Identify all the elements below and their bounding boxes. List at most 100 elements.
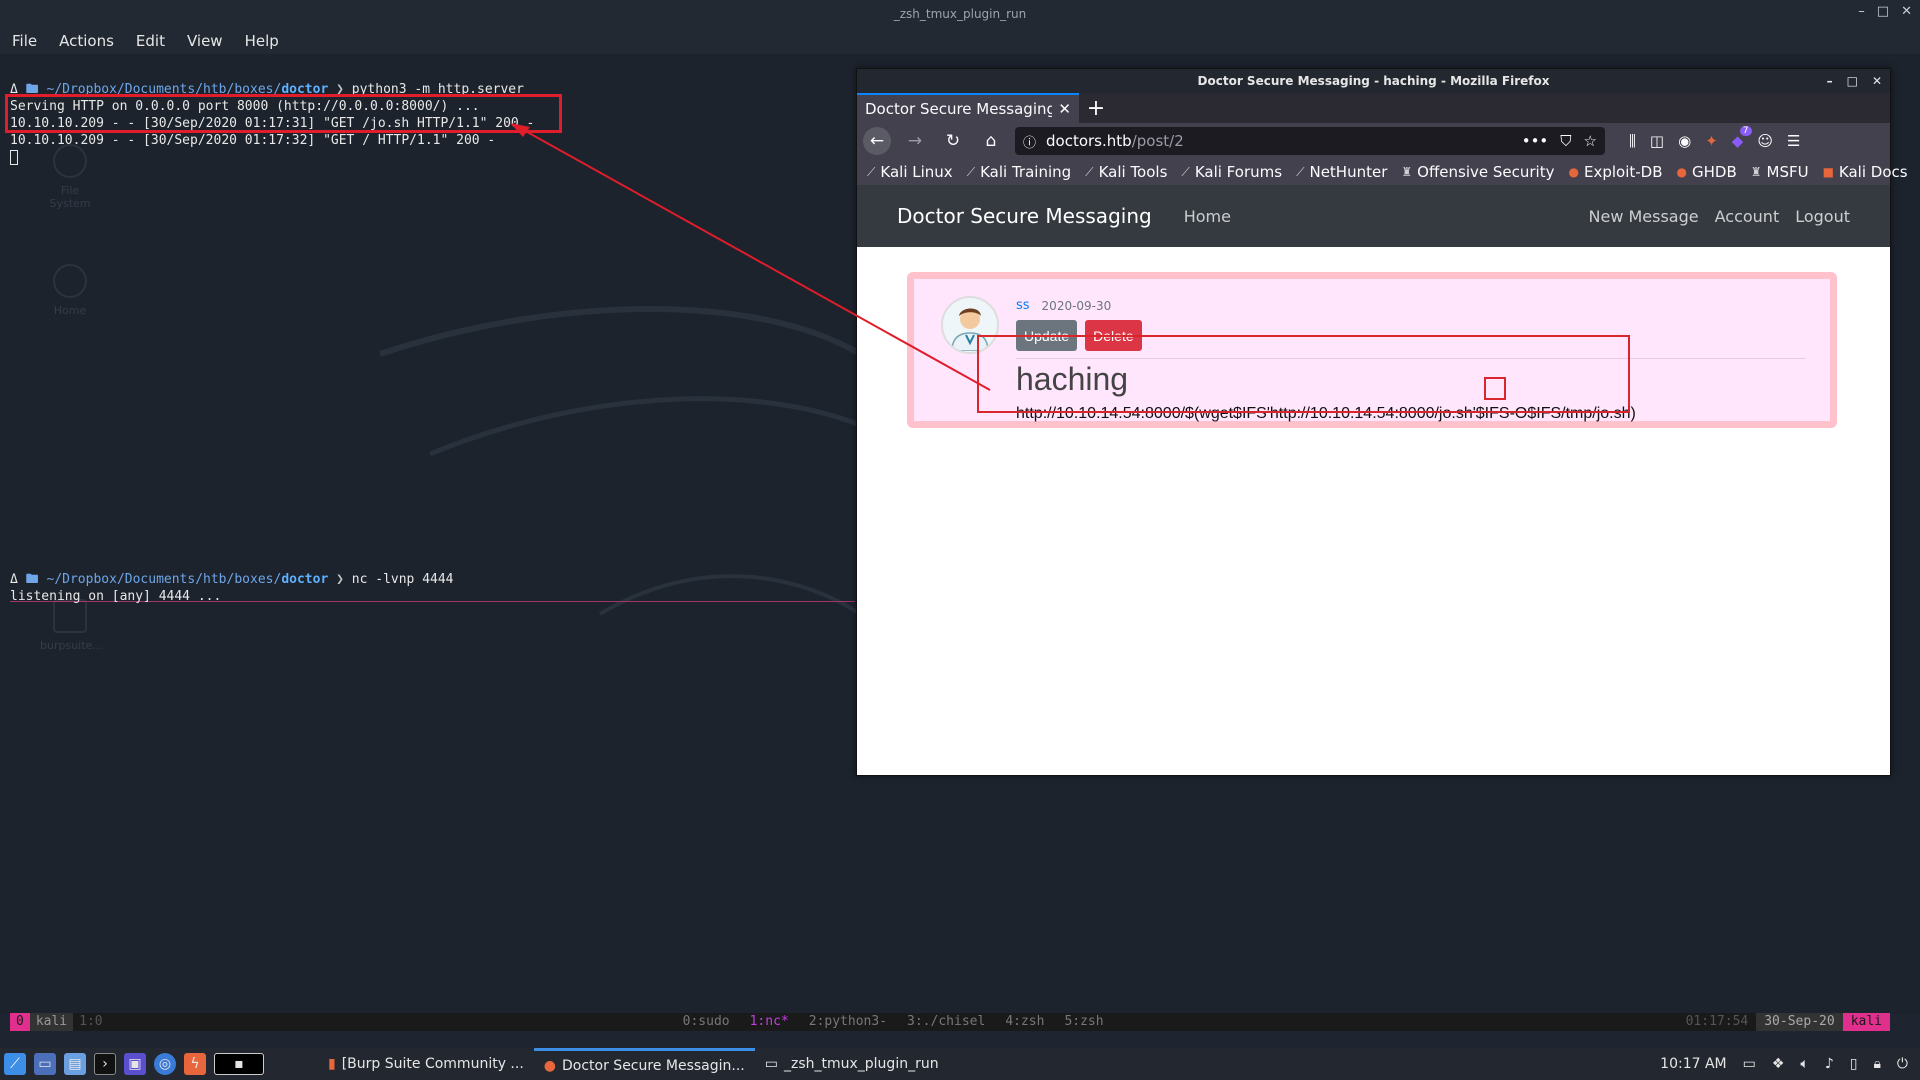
kali-icon: ⟋	[1085, 164, 1094, 179]
screen-icon[interactable]: ▣	[124, 1053, 146, 1075]
info-icon[interactable]: ⓘ	[1023, 132, 1036, 151]
reload-button[interactable]: ↻	[939, 127, 967, 155]
taskbar-clock[interactable]: 10:17 AM	[1660, 1056, 1726, 1072]
annotation-box-post	[977, 335, 1630, 413]
firefox-app-icon: ●	[543, 1057, 556, 1074]
tmux-time: 01:17:54	[1685, 1014, 1749, 1029]
bookmark-ghdb[interactable]: ● GHDB	[1677, 163, 1737, 181]
nav-home-link[interactable]: Home	[1184, 207, 1231, 226]
command-text: nc -lvnp 4444	[351, 572, 454, 587]
maximize-icon[interactable]: □	[1847, 74, 1858, 88]
close-icon[interactable]: ✕	[1872, 74, 1882, 88]
home-button[interactable]: ⌂	[977, 127, 1005, 155]
sidebar-icon[interactable]: ◫	[1650, 132, 1664, 150]
firefox-window-title: Doctor Secure Messaging - haching - Mozi…	[1197, 74, 1550, 88]
extension-icon[interactable]: ◆ 7	[1732, 126, 1752, 150]
url-bar[interactable]: ⓘ doctors.htb/post/2 ••• ⛉ ☆	[1015, 127, 1605, 155]
post-author-link[interactable]: ss	[1016, 298, 1030, 313]
kali-icon: ⟋	[966, 164, 976, 179]
minimize-icon[interactable]: –	[1858, 4, 1865, 19]
url-path: /post/2	[1131, 132, 1184, 150]
post-meta: ss 2020-09-30	[1016, 298, 1111, 313]
bookmark-nethunter[interactable]: ⟋ NetHunter	[1296, 163, 1387, 181]
power-icon[interactable]: ⏻	[1897, 1056, 1908, 1072]
bookmark-kali-tools[interactable]: ⟋ Kali Tools	[1085, 163, 1167, 181]
lock-icon[interactable]: 🔒︎	[1873, 1056, 1880, 1072]
bookmark-kali-training[interactable]: ⟋ Kali Training	[967, 163, 1071, 181]
bookmark-msfu[interactable]: ♜ MSFU	[1751, 163, 1809, 181]
page-actions-icon[interactable]: •••	[1522, 132, 1549, 150]
annotation-box-http-log	[5, 94, 562, 133]
terminal-icon[interactable]: ›	[94, 1053, 116, 1075]
tmux-pane-netcat[interactable]: Δ 🖿 ~/Dropbox/Documents/htb/boxes/doctor…	[10, 554, 454, 622]
terminal-menubar: File Actions Edit View Help	[0, 28, 1920, 54]
notification-icon[interactable]: ♪	[1825, 1056, 1834, 1072]
pocket-icon[interactable]: ⛉	[1560, 132, 1571, 150]
close-icon[interactable]: ✕	[1901, 4, 1912, 19]
volume-icon[interactable]: 🔈︎	[1800, 1056, 1808, 1072]
foxyproxy-icon[interactable]: ✦	[1705, 132, 1718, 150]
tab-doctor-secure-messaging[interactable]: Doctor Secure Messaging - h ✕	[857, 93, 1079, 123]
terminal-app-icon: ▭	[764, 1056, 778, 1072]
bookmark-kali-forums[interactable]: ⟋ Kali Forums	[1181, 163, 1282, 181]
bookmark-offensive-security[interactable]: ♜ Offensive Security	[1401, 163, 1554, 181]
tab-strip: Doctor Secure Messaging - h ✕ +	[857, 93, 1890, 123]
desktop-icon-home[interactable]: Home	[40, 264, 100, 317]
menu-view[interactable]: View	[187, 32, 223, 50]
nav-logout-link[interactable]: Logout	[1795, 207, 1850, 226]
bookmark-star-icon[interactable]: ☆	[1584, 132, 1597, 150]
kali-menu-icon[interactable]: ⟋	[4, 1053, 26, 1075]
forward-button[interactable]: →	[901, 127, 929, 155]
output-line: 10.10.10.209 - - [30/Sep/2020 01:17:32] …	[10, 133, 496, 148]
kali-docs-icon: ■	[1822, 165, 1834, 179]
new-tab-button[interactable]: +	[1079, 93, 1113, 123]
workspace-thumbnail-icon[interactable]: ▪	[214, 1053, 264, 1075]
tmux-window[interactable]: 4:zsh	[995, 1013, 1054, 1031]
tmux-window-active[interactable]: 1:nc*	[740, 1013, 799, 1031]
library-icon[interactable]: ⫼	[1629, 132, 1636, 150]
bookmark-kali-docs[interactable]: ■ Kali Docs	[1823, 163, 1908, 181]
menu-edit[interactable]: Edit	[136, 32, 165, 50]
firefox-window: Doctor Secure Messaging - haching - Mozi…	[856, 68, 1908, 776]
tmux-window[interactable]: 3:./chisel	[897, 1013, 995, 1031]
tmux-window[interactable]: 5:zsh	[1054, 1013, 1113, 1031]
browser-icon[interactable]: ◎	[154, 1053, 176, 1075]
exploitdb-icon: ●	[1568, 165, 1579, 179]
tmux-window[interactable]: 0:sudo	[673, 1013, 740, 1031]
task-firefox[interactable]: ● Doctor Secure Messagin...	[533, 1048, 755, 1080]
post-date: 2020-09-30	[1041, 298, 1112, 313]
back-button[interactable]: ←	[863, 127, 891, 155]
prompt-symbol: Δ	[10, 572, 18, 587]
kali-icon: ⟋	[867, 164, 876, 179]
burp-icon[interactable]: ϟ	[184, 1053, 206, 1075]
tmux-window[interactable]: 2:python3-	[799, 1013, 897, 1031]
task-terminal[interactable]: ▭ _zsh_tmux_plugin_run	[755, 1048, 949, 1080]
account-icon[interactable]: ◉	[1678, 132, 1691, 150]
task-burp-suite[interactable]: ▮ [Burp Suite Community ...	[318, 1048, 534, 1080]
menu-file[interactable]: File	[12, 32, 37, 50]
nav-account-link[interactable]: Account	[1715, 207, 1780, 226]
burp-app-icon: ▮	[328, 1056, 336, 1072]
prompt-arrow: ❯	[336, 572, 344, 587]
folder-icon: 🖿	[25, 572, 39, 587]
display-icon[interactable]: ▭	[1743, 1056, 1756, 1072]
tmux-user: kali	[29, 1013, 74, 1031]
bookmark-exploit-db[interactable]: ● Exploit-DB	[1568, 163, 1662, 181]
prompt-path: 🖿 ~/Dropbox/Documents/htb/boxes/doctor	[25, 572, 329, 587]
show-desktop-icon[interactable]: ▭	[34, 1053, 56, 1075]
file-manager-icon[interactable]: ▤	[64, 1053, 86, 1075]
tab-close-icon[interactable]: ✕	[1058, 100, 1071, 118]
menu-help[interactable]: Help	[245, 32, 279, 50]
minimize-icon[interactable]: –	[1827, 74, 1833, 88]
site-brand[interactable]: Doctor Secure Messaging	[897, 204, 1152, 228]
menu-actions[interactable]: Actions	[59, 32, 114, 50]
terminal-cursor	[10, 150, 18, 165]
nav-new-message-link[interactable]: New Message	[1589, 207, 1699, 226]
dropbox-icon[interactable]: ❖	[1772, 1056, 1785, 1072]
menu-icon[interactable]: ☰	[1787, 132, 1800, 150]
cookie-icon[interactable]: ☺	[1757, 132, 1773, 150]
maximize-icon[interactable]: □	[1877, 4, 1889, 19]
ghdb-icon: ●	[1676, 165, 1687, 179]
battery-icon[interactable]: ▯	[1850, 1056, 1858, 1072]
bookmark-kali-linux[interactable]: ⟋ Kali Linux	[867, 163, 953, 181]
